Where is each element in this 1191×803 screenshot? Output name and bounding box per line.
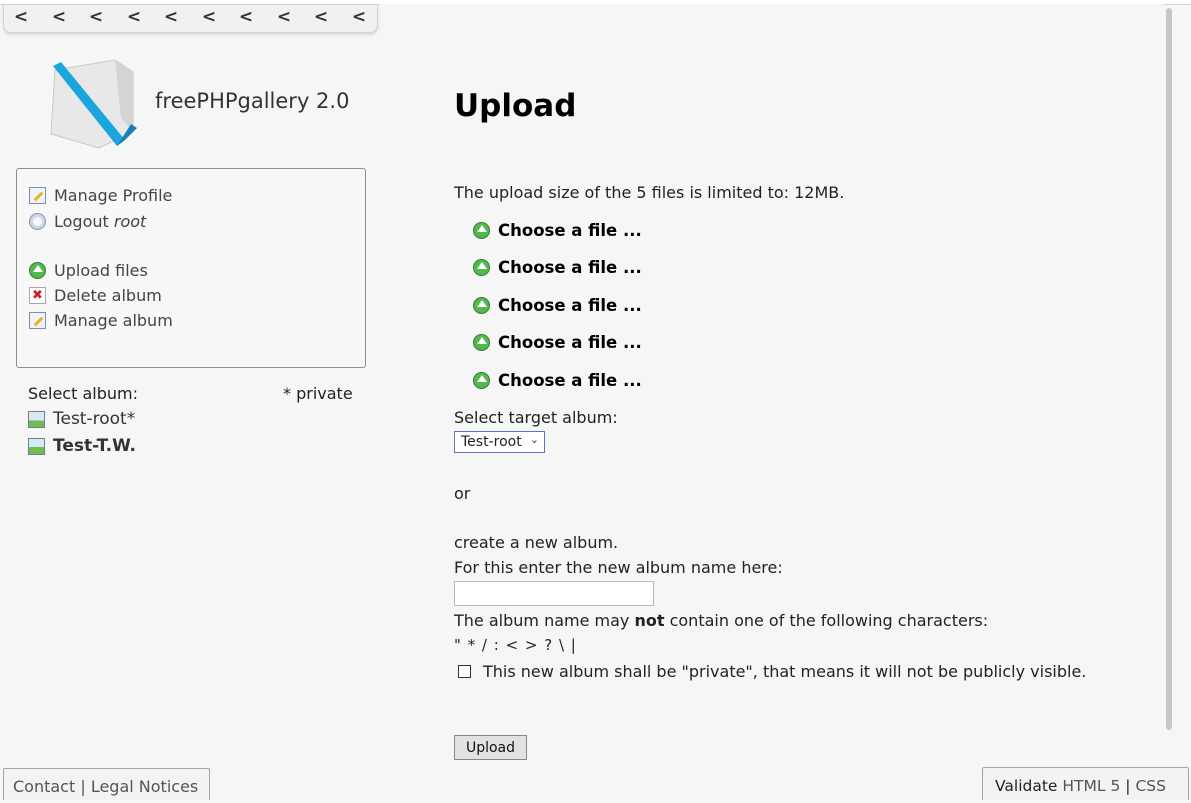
upload-arrow-icon <box>473 333 490 351</box>
choose-file-label: Choose a file ... <box>498 257 642 277</box>
album-item[interactable]: Test-root* <box>28 409 135 429</box>
logout-icon <box>29 212 46 230</box>
scrollbar[interactable] <box>1164 8 1174 768</box>
target-album-select[interactable]: Test-root ⌄ <box>454 431 545 453</box>
footer-left: Contact | Legal Notices <box>3 768 210 800</box>
collapse-arrow[interactable]: < <box>200 7 218 27</box>
edit-icon <box>29 311 46 329</box>
collapse-arrow[interactable]: < <box>12 7 30 27</box>
private-album-checkbox[interactable] <box>458 665 471 678</box>
validate-label: Validate <box>995 777 1058 795</box>
collapse-arrow[interactable]: < <box>275 7 293 27</box>
create-album-text: create a new album. <box>454 533 619 552</box>
app-title: freePHPgallery 2.0 <box>155 89 350 113</box>
private-album-option: This new album shall be "private", that … <box>458 662 1086 681</box>
upload-icon <box>29 261 46 279</box>
footer-separator: | <box>80 777 86 796</box>
album-name-warning: The album name may not contain one of th… <box>454 611 988 630</box>
album-label: Test-root* <box>53 409 136 429</box>
choose-file-button[interactable]: Choose a file ... <box>473 219 642 241</box>
sidebar: < < < < < < < < < < freePHPgallery 2.0 M… <box>3 4 378 800</box>
forbidden-characters: " * / : < > ? \ | <box>454 636 577 654</box>
menu-item-manage-album[interactable]: Manage album <box>29 309 173 331</box>
contact-link[interactable]: Contact <box>13 777 75 796</box>
edit-icon <box>29 186 46 204</box>
menu-item-label: Manage album <box>54 310 173 330</box>
validate-html5-link[interactable]: HTML 5 <box>1062 777 1120 795</box>
choose-file-label: Choose a file ... <box>498 220 642 240</box>
validate-css-link[interactable]: CSS <box>1135 777 1166 795</box>
legal-notices-link[interactable]: Legal Notices <box>91 777 198 796</box>
menu-item-label: Delete album <box>54 285 162 305</box>
collapse-arrow[interactable]: < <box>312 7 330 27</box>
choose-file-label: Choose a file ... <box>498 332 642 352</box>
album-icon <box>28 410 45 428</box>
enter-name-text: For this enter the new album name here: <box>454 558 783 577</box>
upload-button[interactable]: Upload <box>454 735 527 760</box>
target-album-label: Select target album: <box>454 408 618 427</box>
upload-limit-text: The upload size of the 5 files is limite… <box>454 183 845 202</box>
collapse-arrow[interactable]: < <box>237 7 255 27</box>
collapse-arrow-bar: < < < < < < < < < < <box>3 4 378 33</box>
menu-item-upload-files[interactable]: Upload files <box>29 259 148 281</box>
menu-item-logout[interactable]: Logout root <box>29 210 146 232</box>
collapse-arrow[interactable]: < <box>162 7 180 27</box>
collapse-arrow[interactable]: < <box>125 7 143 27</box>
app-logo <box>50 59 137 149</box>
footer-right: Validate HTML 5 | CSS <box>982 767 1189 800</box>
scrollbar-thumb[interactable] <box>1166 8 1172 730</box>
album-icon <box>28 437 45 455</box>
choose-file-label: Choose a file ... <box>498 295 642 315</box>
collapse-arrow[interactable]: < <box>350 7 368 27</box>
delete-icon: ✖ <box>29 286 46 304</box>
footer-separator: | <box>1125 777 1131 795</box>
upload-arrow-icon <box>473 371 490 389</box>
private-note: * private <box>283 384 353 403</box>
warning-suffix: contain one of the following characters: <box>664 611 989 630</box>
album-item-selected[interactable]: Test-T.W. <box>28 436 136 456</box>
upload-arrow-icon <box>473 258 490 276</box>
choose-file-label: Choose a file ... <box>498 370 642 390</box>
warning-prefix: The album name may <box>454 611 635 630</box>
upload-arrow-icon <box>473 296 490 314</box>
target-album-value: Test-root <box>461 434 522 450</box>
select-album-label: Select album: <box>28 384 138 403</box>
collapse-arrow[interactable]: < <box>50 7 68 27</box>
main-content: Upload The upload size of the 5 files is… <box>380 4 1163 799</box>
choose-file-button[interactable]: Choose a file ... <box>473 256 642 278</box>
menu-item-label: Upload files <box>54 260 148 280</box>
new-album-name-input[interactable] <box>454 581 654 606</box>
or-text: or <box>454 484 471 503</box>
menu-item-label: Logout root <box>54 212 146 231</box>
menu-item-label: Manage Profile <box>54 185 173 205</box>
chevron-down-icon: ⌄ <box>529 433 539 446</box>
logout-username: root <box>113 211 147 231</box>
logout-prefix: Logout <box>54 211 114 231</box>
user-menu: Manage Profile Logout root Upload files … <box>16 168 366 368</box>
menu-item-manage-profile[interactable]: Manage Profile <box>29 184 172 206</box>
album-label: Test-T.W. <box>53 436 136 456</box>
collapse-arrow[interactable]: < <box>87 7 105 27</box>
page-title: Upload <box>454 88 577 124</box>
private-album-label: This new album shall be "private", that … <box>483 662 1087 681</box>
upload-arrow-icon <box>473 221 490 239</box>
warning-bold: not <box>634 611 665 630</box>
choose-file-button[interactable]: Choose a file ... <box>473 294 642 316</box>
choose-file-button[interactable]: Choose a file ... <box>473 331 642 353</box>
choose-file-button[interactable]: Choose a file ... <box>473 369 642 391</box>
menu-item-delete-album[interactable]: ✖ Delete album <box>29 284 162 306</box>
